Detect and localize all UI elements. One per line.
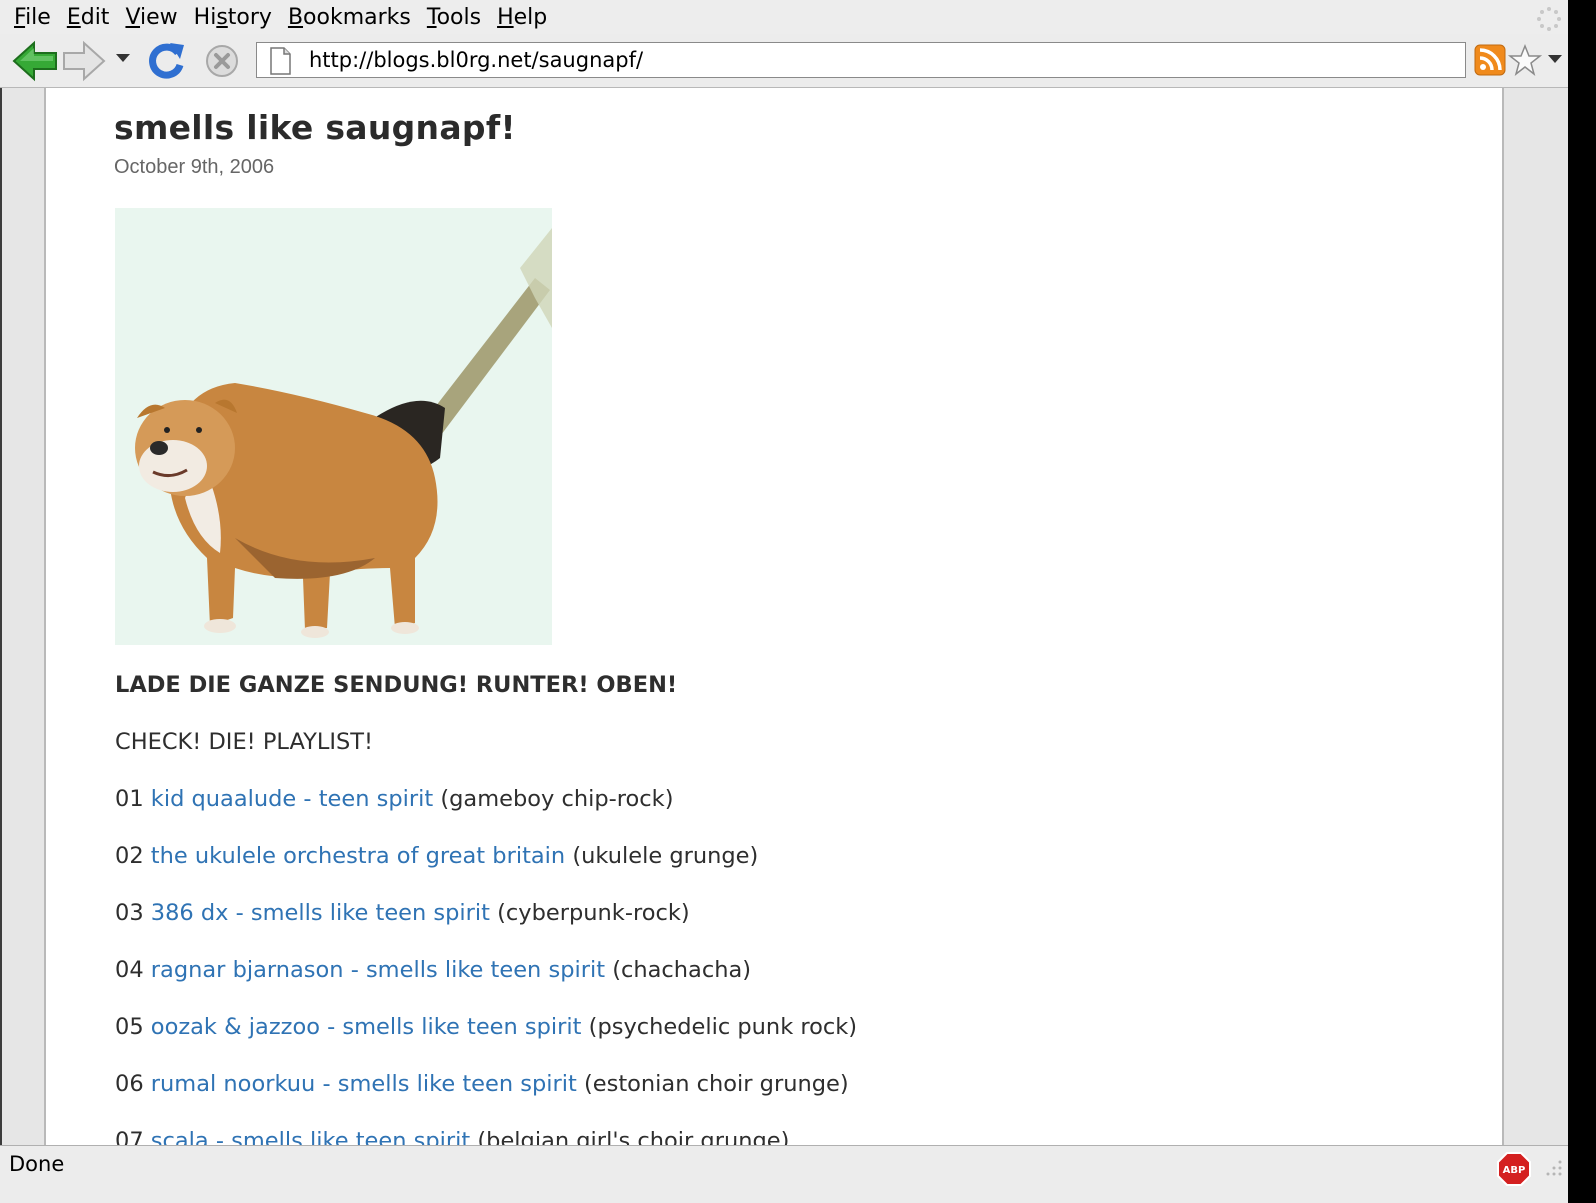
post-title[interactable]: smells like saugnapf! [114, 108, 516, 147]
playlist-link[interactable]: 386 dx - smells like teen spirit [151, 900, 490, 926]
playlist-item: 03 386 dx - smells like teen spirit (cyb… [115, 900, 690, 926]
navigation-toolbar: http://blogs.bl0rg.net/saugnapf/ [0, 34, 1568, 88]
blog-page: smells like saugnapf! October 9th, 2006 [44, 88, 1504, 1145]
history-dropdown-icon[interactable] [114, 51, 132, 65]
url-bar[interactable]: http://blogs.bl0rg.net/saugnapf/ [256, 42, 1466, 78]
playlist-link[interactable]: the ukulele orchestra of great britain [151, 843, 565, 869]
post-body: LADE DIE GANZE SENDUNG! RUNTER! OBEN! CH… [115, 670, 1415, 1145]
adblock-plus-icon[interactable]: ABP [1497, 1152, 1531, 1186]
forward-arrow-icon[interactable] [62, 39, 108, 83]
menu-help[interactable]: Help [497, 5, 547, 30]
rss-feed-icon[interactable] [1474, 44, 1506, 76]
menu-tools[interactable]: Tools [427, 5, 481, 30]
playlist-item: 01 kid quaalude - teen spirit (gameboy c… [115, 786, 674, 812]
playlist-item: 02 the ukulele orchestra of great britai… [115, 843, 759, 869]
menu-bookmarks[interactable]: Bookmarks [288, 5, 411, 30]
resize-grip-icon[interactable] [1544, 1158, 1564, 1178]
menu-bar: File Edit View History Bookmarks Tools H… [0, 0, 1568, 34]
playlist-link[interactable]: rumal noorkuu - smells like teen spirit [151, 1071, 577, 1097]
post-intro: CHECK! DIE! PLAYLIST! [115, 729, 374, 755]
status-bar: Done ABP [0, 1145, 1568, 1203]
menu-file[interactable]: File [14, 5, 51, 30]
url-text: http://blogs.bl0rg.net/saugnapf/ [309, 48, 644, 72]
browser-window: File Edit View History Bookmarks Tools H… [0, 0, 1568, 1203]
post-date: October 9th, 2006 [114, 156, 275, 178]
menu-edit[interactable]: Edit [67, 5, 110, 30]
menu-view[interactable]: View [125, 5, 177, 30]
post-image-bulldog-plunger [115, 208, 552, 645]
post-headline: LADE DIE GANZE SENDUNG! RUNTER! OBEN! [115, 672, 678, 698]
back-arrow-icon[interactable] [10, 39, 60, 83]
playlist-link[interactable]: kid quaalude - teen spirit [151, 786, 433, 812]
menu-history[interactable]: History [194, 5, 272, 30]
page-icon [270, 47, 291, 75]
playlist-link[interactable]: oozak & jazzoo - smells like teen spirit [151, 1014, 582, 1040]
abp-label: ABP [1503, 1165, 1526, 1176]
reload-icon[interactable] [144, 39, 188, 83]
url-dropdown-icon[interactable] [1546, 52, 1564, 66]
playlist-link[interactable]: ragnar bjarnason - smells like teen spir… [151, 957, 605, 983]
throbber-icon [1537, 7, 1561, 31]
status-text: Done [9, 1152, 65, 1176]
bookmark-star-icon[interactable] [1508, 44, 1542, 76]
stop-icon[interactable] [200, 39, 244, 83]
playlist-item: 06 rumal noorkuu - smells like teen spir… [115, 1071, 849, 1097]
playlist-link[interactable]: scala - smells like teen spirit [151, 1128, 470, 1145]
window-frame-edge [0, 88, 2, 1145]
playlist-item: 07 scala - smells like teen spirit (belg… [115, 1126, 1415, 1145]
playlist-item: 04 ragnar bjarnason - smells like teen s… [115, 957, 752, 983]
playlist-item: 05 oozak & jazzoo - smells like teen spi… [115, 1014, 858, 1040]
content-viewport[interactable]: smells like saugnapf! October 9th, 2006 [0, 88, 1568, 1145]
